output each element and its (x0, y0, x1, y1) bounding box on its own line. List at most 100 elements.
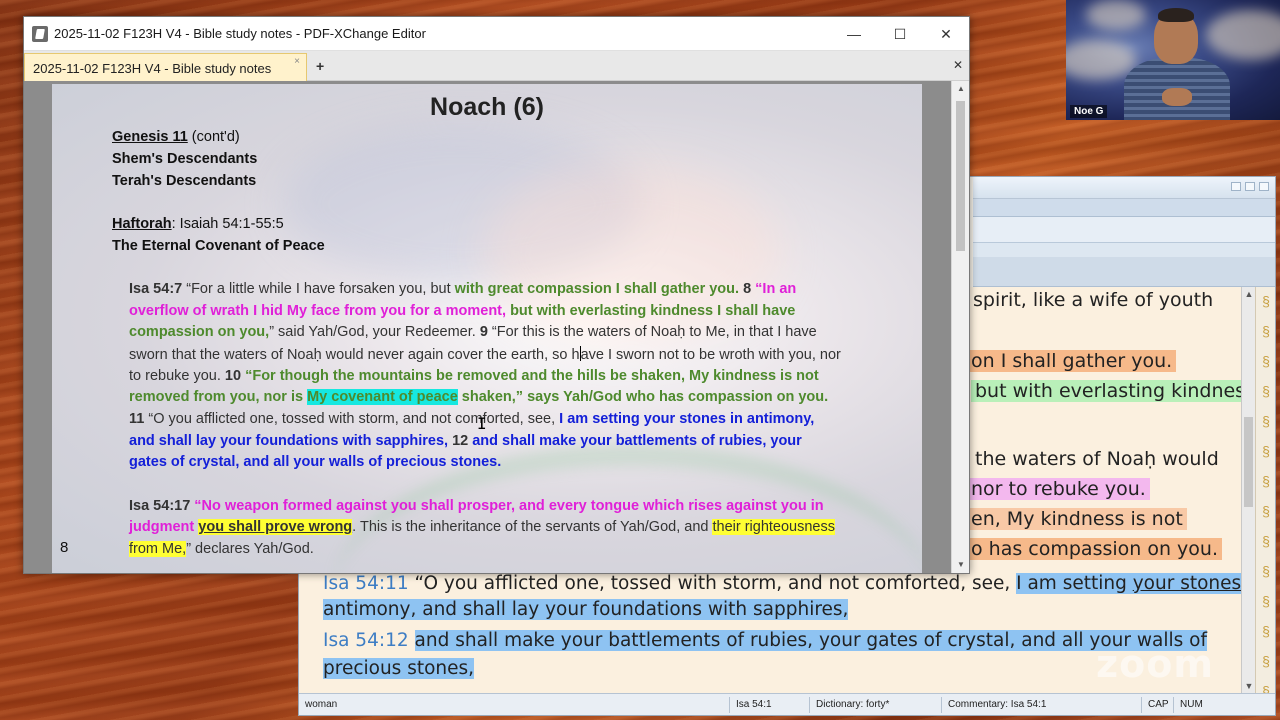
scroll-thumb[interactable] (956, 101, 965, 251)
verse-text: to rebuke you. (129, 368, 225, 384)
bible-vertical-scrollbar[interactable]: ▲ ▼ (1241, 287, 1255, 693)
status-reference[interactable]: Isa 54:1 (736, 699, 772, 710)
bookmark-icon[interactable]: § (1261, 621, 1271, 641)
bookmark-icon[interactable]: § (1261, 351, 1271, 371)
text-line: Isa 54:7 “For a little while I have fors… (129, 281, 796, 297)
text-line: from Me,” declares Yah/God. (129, 541, 314, 557)
text-line: overflow of wrath I hid My face from you… (129, 303, 795, 319)
verse-text: I am setting (1016, 573, 1133, 594)
verse-text: antimony, and shall lay your foundations… (323, 599, 849, 620)
close-button[interactable]: ✕ (923, 17, 969, 51)
verse-text: and shall lay your foundations with sapp… (129, 433, 453, 449)
person-hand (1162, 88, 1192, 106)
bookmark-icon[interactable]: § (1261, 591, 1271, 611)
person-hair (1158, 8, 1194, 22)
window-titlebar[interactable]: 2025-11-02 F123H V4 - Bible study notes … (24, 17, 969, 51)
minimize-icon[interactable] (1231, 182, 1241, 191)
close-document-icon[interactable]: ✕ (953, 58, 963, 72)
bookmark-icon[interactable]: § (1261, 471, 1271, 491)
zoom-watermark: zoom (1096, 642, 1214, 686)
text-line: 11 “O you afflicted one, tossed with sto… (129, 411, 814, 427)
pdf-vertical-scrollbar[interactable]: ▲ ▼ (951, 81, 969, 573)
bible-line: o has compassion on you. (967, 538, 1223, 560)
bible-line: en, My kindness is not (967, 508, 1187, 530)
scroll-up-icon[interactable]: ▲ (1242, 287, 1256, 301)
verse-text: ” says Yah/God who has compassion on you… (515, 389, 829, 405)
new-tab-icon[interactable]: + (316, 58, 324, 74)
text-line: and shall lay your foundations with sapp… (129, 433, 802, 449)
document-viewer[interactable]: Noach (6) Genesis 11 (cont'd) Shem's Des… (24, 81, 969, 573)
verse-text: I am setting your stones in antimony, (559, 411, 815, 427)
bookmark-margin: § § § § § § § § § § § § § § (1255, 287, 1275, 699)
verse-text: you shall prove wrong (198, 519, 353, 535)
verse-text: “For this is the waters of Noaḥ to Me, i… (487, 324, 817, 340)
maximize-button[interactable]: ☐ (877, 17, 923, 51)
close-icon[interactable] (1259, 182, 1269, 191)
verse-text: gates of crystal, and all your walls of … (129, 454, 502, 470)
pdf-page[interactable]: Noach (6) Genesis 11 (cont'd) Shem's Des… (52, 84, 922, 573)
verse-text: My covenant of peace (307, 389, 458, 405)
maximize-icon[interactable] (1245, 182, 1255, 191)
bible-line: on I shall gather you. (967, 350, 1177, 372)
haftorah-ref: : Isaiah 54:1-55:5 (171, 216, 284, 232)
bookmark-icon[interactable]: § (1261, 321, 1271, 341)
bible-status-bar: woman Isa 54:1 Dictionary: forty* Commen… (299, 693, 1275, 715)
bookmark-icon[interactable]: § (1261, 441, 1271, 461)
verse-text: their righteousness (712, 519, 835, 535)
verse-number: 10 (224, 368, 242, 384)
bible-toolbar-row (973, 257, 1275, 287)
status-word: woman (305, 699, 338, 710)
verse-number: 9 (479, 324, 488, 340)
bible-software-titlebar (973, 177, 1275, 199)
document-tab[interactable]: 2025-11-02 F123H V4 - Bible study notes … (24, 53, 307, 81)
bookmark-icon[interactable]: § (1261, 381, 1271, 401)
verse-text: “O you afflicted one, tossed with storm,… (408, 573, 1017, 594)
webcam-video: Noe G (1066, 0, 1280, 120)
participant-name: Noe G (1070, 105, 1108, 118)
verse-text: ave I sworn not to be wroth with you, no… (580, 347, 841, 363)
verse-text: . This is the inheritance of the servant… (352, 519, 713, 535)
verse-ref[interactable]: Isa 54:11 (323, 573, 409, 594)
document-tab-label: 2025-11-02 F123H V4 - Bible study notes (33, 61, 272, 76)
section-haftorah: Haftorah: Isaiah 54:1-55:5 (112, 216, 284, 232)
bible-toolbar-row (973, 217, 1275, 243)
window-title: 2025-11-02 F123H V4 - Bible study notes … (54, 26, 426, 41)
verse-ref: Isa 54:17 (129, 498, 191, 514)
minimize-button[interactable]: — (831, 17, 877, 51)
bookmark-icon[interactable]: § (1261, 411, 1271, 431)
text-line: compassion on you,” said Yah/God, your R… (129, 324, 817, 340)
status-divider (729, 697, 730, 713)
pdf-xchange-app-icon[interactable] (32, 26, 48, 42)
scroll-down-icon[interactable]: ▼ (1242, 679, 1256, 693)
tab-close-icon[interactable]: × (294, 56, 300, 67)
verse-text: compassion on you, (129, 324, 270, 340)
text-line: removed from you, nor is My covenant of … (129, 389, 828, 405)
bible-toolbar (973, 199, 1275, 217)
verse-ref[interactable]: Isa 54:12 (323, 630, 409, 651)
verse-text: your stones (1132, 573, 1241, 594)
status-divider (1173, 697, 1174, 713)
section-genesis: Genesis 11 (cont'd) (112, 129, 240, 145)
bible-line: nor to rebuke you. (967, 478, 1150, 500)
genesis-ref: Genesis 11 (112, 129, 188, 145)
scroll-up-icon[interactable]: ▲ (952, 81, 970, 97)
verse-number: 12 (452, 433, 469, 449)
verse-text: but with everlasting kindness I shall ha… (506, 303, 796, 319)
heading-covenant: The Eternal Covenant of Peace (112, 238, 325, 254)
ibeam-cursor-icon: I (477, 414, 487, 433)
contd-label: (cont'd) (187, 129, 240, 145)
scroll-down-icon[interactable]: ▼ (952, 557, 970, 573)
status-dictionary[interactable]: Dictionary: forty* (816, 699, 889, 710)
verse-text: shaken, (457, 389, 516, 405)
status-divider (1141, 697, 1142, 713)
bookmark-icon[interactable]: § (1261, 561, 1271, 581)
bookmark-icon[interactable]: § (1261, 531, 1271, 551)
cloud (1086, 0, 1146, 30)
verse-number: 11 (129, 411, 145, 427)
bookmark-icon[interactable]: § (1261, 291, 1271, 311)
bookmark-icon[interactable]: § (1261, 501, 1271, 521)
bookmark-icon[interactable]: § (1261, 651, 1271, 671)
verse-text: with great compassion I shall gather you… (454, 281, 740, 297)
scroll-thumb[interactable] (1244, 417, 1253, 507)
status-commentary[interactable]: Commentary: Isa 54:1 (948, 699, 1046, 710)
